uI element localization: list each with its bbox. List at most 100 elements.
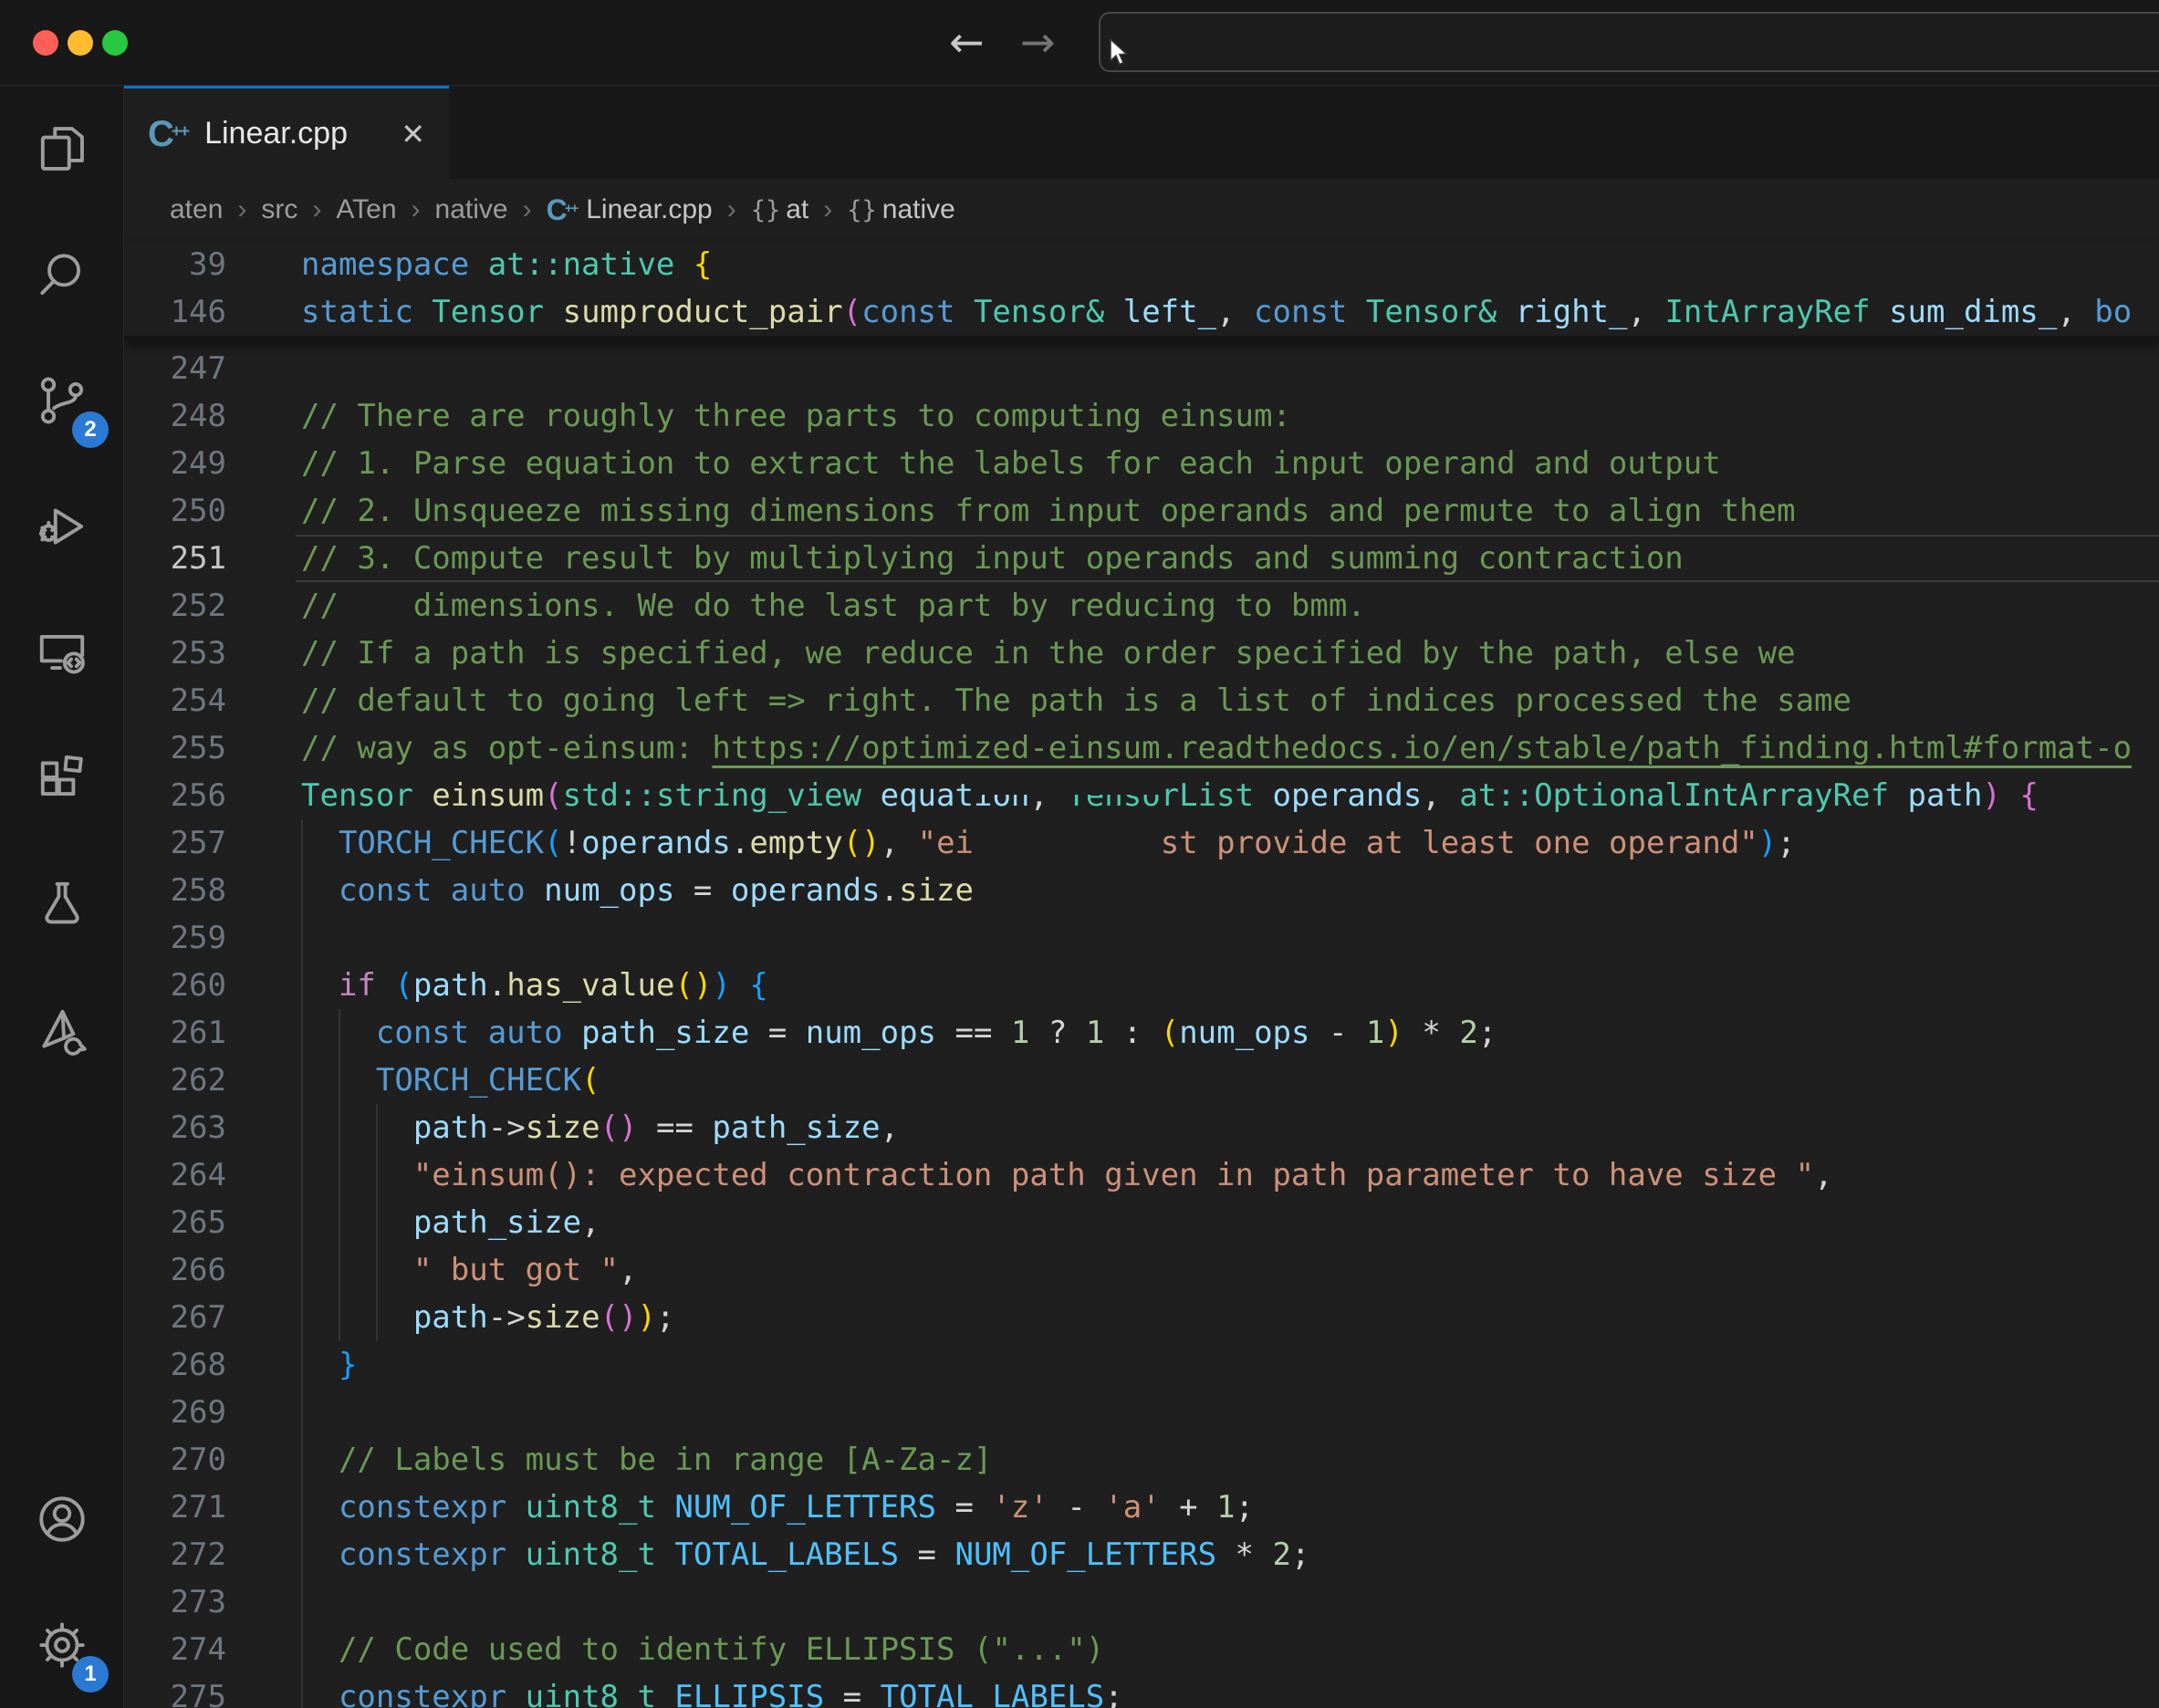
code-text: } (301, 1341, 357, 1389)
line-number[interactable]: 255 (124, 724, 226, 772)
line-number[interactable]: 274 (124, 1626, 226, 1673)
minimize-window-button[interactable] (68, 30, 93, 56)
code-line-266[interactable]: 266 " but got ", (124, 1246, 2159, 1294)
code-line-267[interactable]: 267 path->size()); (124, 1294, 2159, 1341)
activity-item-cmake-tools[interactable] (0, 967, 123, 1093)
code-line-256[interactable]: 256Tensor einsum(std::string_view equati… (124, 772, 2159, 819)
code-line-257[interactable]: 257 TORCH_CHECK(!operands.empty(), "eins… (124, 819, 2159, 867)
zoom-window-button[interactable] (102, 30, 128, 56)
breadcrumb-item-aten[interactable]: aten (170, 194, 223, 225)
line-number[interactable]: 261 (124, 1009, 226, 1057)
line-number[interactable]: 265 (124, 1199, 226, 1246)
code-line-263[interactable]: 263 path->size() == path_size, (124, 1104, 2159, 1151)
activity-item-search[interactable] (0, 212, 123, 338)
line-number[interactable]: 275 (124, 1673, 226, 1708)
code-line-259[interactable]: 259 (124, 914, 2159, 962)
code-line-260[interactable]: 260 if (path.has_value()) { (124, 962, 2159, 1009)
line-number[interactable]: 256 (124, 772, 226, 819)
code-line-252[interactable]: 252// dimensions. We do the last part by… (124, 582, 2159, 630)
line-number[interactable]: 260 (124, 962, 226, 1009)
sticky-line-146[interactable]: 146static Tensor sumproduct_pair(const T… (124, 288, 2159, 336)
line-number[interactable]: 271 (124, 1484, 226, 1531)
line-number[interactable]: 251 (124, 535, 226, 582)
line-number[interactable]: 39 (124, 241, 226, 288)
breadcrumb-item-native[interactable]: native (435, 194, 508, 225)
close-window-button[interactable] (33, 30, 58, 56)
line-number[interactable]: 250 (124, 487, 226, 535)
activity-item-extensions[interactable] (0, 715, 123, 841)
line-number[interactable]: 263 (124, 1104, 226, 1151)
line-number[interactable]: 264 (124, 1151, 226, 1199)
line-number[interactable]: 270 (124, 1436, 226, 1484)
code-line-250[interactable]: 250// 2. Unsqueeze missing dimensions fr… (124, 487, 2159, 535)
line-number[interactable]: 146 (124, 288, 226, 336)
line-number[interactable]: 259 (124, 914, 226, 962)
line-number[interactable]: 268 (124, 1341, 226, 1389)
breadcrumb-item-linear-cpp[interactable]: C++Linear.cpp (547, 194, 713, 225)
line-number[interactable]: 262 (124, 1057, 226, 1104)
code-token: path (413, 1109, 488, 1146)
code-token: IntArrayRef (1664, 294, 1889, 330)
accounts-icon (34, 1491, 90, 1547)
nav-back-button[interactable]: ← (949, 15, 985, 69)
activity-item-accounts[interactable] (0, 1456, 123, 1582)
code-line-274[interactable]: 274 // Code used to identify ELLIPSIS ("… (124, 1626, 2159, 1673)
line-number[interactable]: 252 (124, 582, 226, 630)
code-line-268[interactable]: 268 } (124, 1341, 2159, 1389)
line-number[interactable]: 257 (124, 819, 226, 867)
code-token: -> (488, 1109, 526, 1146)
line-number[interactable]: 272 (124, 1531, 226, 1578)
tab-close-icon[interactable]: ✕ (401, 117, 425, 151)
sticky-line-39[interactable]: 39namespace at::native { (124, 241, 2159, 288)
code-token (301, 1536, 339, 1573)
code-token: ( (843, 294, 861, 330)
nav-forward-button[interactable]: → (1020, 15, 1056, 69)
code-line-258[interactable]: 258 const auto num_ops = operands.size()… (124, 867, 2159, 914)
line-number[interactable]: 266 (124, 1246, 226, 1294)
code-line-251[interactable]: 251// 3. Compute result by multiplying i… (124, 535, 2159, 582)
breadcrumb-item-src[interactable]: src (261, 194, 297, 225)
line-number[interactable]: 248 (124, 392, 226, 440)
activity-item-run-debug[interactable] (0, 463, 123, 589)
line-number[interactable]: 267 (124, 1294, 226, 1341)
code-line-272[interactable]: 272 constexpr uint8_t TOTAL_LABELS = NUM… (124, 1531, 2159, 1578)
code-line-264[interactable]: 264 "einsum(): expected contraction path… (124, 1151, 2159, 1199)
cpp-file-icon: C++ (148, 116, 188, 152)
breadcrumb-item-aten[interactable]: ATen (336, 194, 396, 225)
line-number[interactable]: 258 (124, 867, 226, 914)
code-line-255[interactable]: 255// way as opt-einsum: https://optimiz… (124, 724, 2159, 772)
code-line-269[interactable]: 269 (124, 1389, 2159, 1436)
line-number[interactable]: 249 (124, 440, 226, 487)
code-line-271[interactable]: 271 constexpr uint8_t NUM_OF_LETTERS = '… (124, 1484, 2159, 1531)
code-line-261[interactable]: 261 const auto path_size = num_ops == 1 … (124, 1009, 2159, 1057)
breadcrumb-item-at[interactable]: {}at (751, 194, 809, 225)
code-line-262[interactable]: 262 TORCH_CHECK( (124, 1057, 2159, 1104)
code-token: TORCH_CHECK (376, 1062, 581, 1099)
code-line-273[interactable]: 273 (124, 1578, 2159, 1626)
activity-item-source-control[interactable]: 2 (0, 338, 123, 463)
search-icon (34, 246, 90, 303)
code-token: ! (563, 825, 581, 861)
activity-item-settings[interactable]: 1 (0, 1582, 123, 1708)
tab-linear-cpp[interactable]: C++ Linear.cpp ✕ (124, 86, 449, 179)
line-number[interactable]: 247 (124, 345, 226, 392)
line-number[interactable]: 253 (124, 630, 226, 677)
code-token: at::OptionalIntArrayRef (1459, 777, 1907, 814)
code-line-254[interactable]: 254// default to going left => right. Th… (124, 677, 2159, 724)
activity-item-remote-explorer[interactable] (0, 589, 123, 715)
line-number[interactable]: 269 (124, 1389, 226, 1436)
line-number[interactable]: 273 (124, 1578, 226, 1626)
activity-item-explorer[interactable] (0, 86, 123, 212)
command-center-searchbox[interactable] (1099, 12, 2159, 72)
activity-item-testing[interactable] (0, 841, 123, 967)
code-line-265[interactable]: 265 path_size, (124, 1199, 2159, 1246)
code-line-253[interactable]: 253// If a path is specified, we reduce … (124, 630, 2159, 677)
code-token: rList (1161, 777, 1273, 814)
code-line-248[interactable]: 248// There are roughly three parts to c… (124, 392, 2159, 440)
code-line-275[interactable]: 275 constexpr uint8_t ELLIPSIS = TOTAL_L… (124, 1673, 2159, 1708)
line-number[interactable]: 254 (124, 677, 226, 724)
breadcrumb-item-native[interactable]: {}native (847, 194, 955, 225)
code-line-270[interactable]: 270 // Labels must be in range [A-Za-z] (124, 1436, 2159, 1484)
code-line-247[interactable]: 247 (124, 345, 2159, 392)
code-line-249[interactable]: 249// 1. Parse equation to extract the l… (124, 440, 2159, 487)
